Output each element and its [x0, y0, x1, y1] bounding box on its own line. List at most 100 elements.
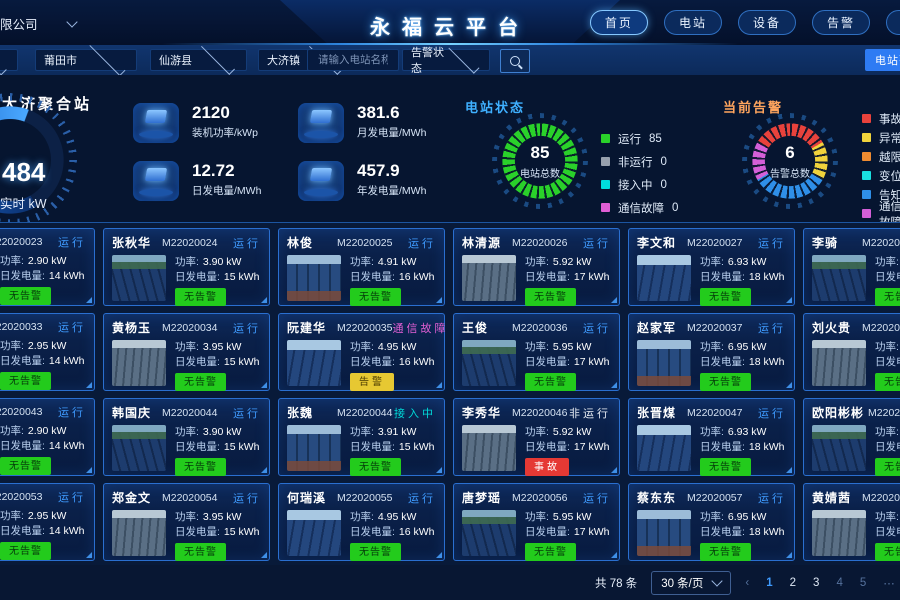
station-card[interactable]: 韩国庆 M22020044 运行 功率:3.90 kW 日发电量:15 kWh …	[103, 398, 270, 476]
county-select-value: 仙游县	[159, 52, 198, 68]
station-card[interactable]: 王俊 M22020036 运行 功率:5.95 kW 日发电量:17 kWh 无…	[453, 313, 620, 391]
alarm-badge: 无告警	[0, 542, 51, 560]
alarm-badge: 无告警	[175, 288, 226, 306]
top-header: 限公司 永福云平台 首页电站设备告警效	[0, 0, 900, 45]
power-value: 5.92 kW	[553, 256, 592, 268]
page-number-5[interactable]: 5	[860, 577, 866, 589]
station-card[interactable]: 林俊 M22020025 运行 功率:4.91 kW 日发电量:16 kWh 无…	[278, 228, 445, 306]
alarm-badge: 无告警	[175, 543, 226, 561]
chevron-down-icon	[201, 41, 235, 75]
station-id: M2202004	[868, 407, 900, 419]
alarm-badge: 事故	[525, 458, 569, 476]
station-card[interactable]: M22020023 运行 功率:2.90 kW 日发电量:14 kWh 无告警	[0, 228, 95, 306]
station-search-field	[307, 49, 399, 71]
alarm-badge: 无告警	[700, 373, 751, 391]
power-label: 功率:	[525, 256, 549, 268]
station-card[interactable]: 黄婧茜 M2202005 功率:7.95 kW 日发电量: 无告警	[803, 483, 900, 561]
station-id: M22020043	[0, 406, 42, 418]
daily-energy-label: 日发电量:	[350, 356, 395, 368]
kpi-label: 装机功率/kWp	[192, 125, 258, 140]
nav-item-效[interactable]: 效	[886, 10, 900, 35]
station-id: M22020047	[687, 407, 742, 419]
legend-label: 通信故障	[618, 200, 664, 216]
station-card[interactable]: 李文和 M22020027 运行 功率:6.93 kW 日发电量:18 kWh …	[628, 228, 795, 306]
station-card[interactable]: 张秋华 M22020024 运行 功率:3.90 kW 日发电量:15 kWh …	[103, 228, 270, 306]
page-number-2[interactable]: 2	[790, 577, 796, 589]
nav-item-电站[interactable]: 电站	[664, 10, 722, 35]
station-id: M22020044	[162, 407, 217, 419]
power-label: 功率:	[700, 256, 724, 268]
station-id: M22020025	[337, 237, 392, 249]
station-card[interactable]: 刘火贵 M2202003 功率:7.95 kW 日发电量: 无告警	[803, 313, 900, 391]
station-id: M22020054	[162, 492, 217, 504]
nav-item-设备[interactable]: 设备	[738, 10, 796, 35]
daily-energy-value: 16 kWh	[399, 356, 435, 368]
company-select-label: 限公司	[0, 14, 38, 33]
alarm-status-select[interactable]: 告警状态	[402, 49, 490, 71]
station-id: M22020033	[0, 321, 42, 333]
station-search-input[interactable]	[316, 53, 390, 67]
station-id: M22020023	[0, 236, 42, 248]
station-card[interactable]: 张魏 M22020044 接入中 功率:3.91 kW 日发电量:15 kWh …	[278, 398, 445, 476]
alarm-badge: 无告警	[700, 543, 751, 561]
station-card[interactable]: 李秀华 M22020046 非运行 功率:5.92 kW 日发电量:17 kWh…	[453, 398, 620, 476]
station-card[interactable]: 赵家军 M22020037 运行 功率:6.95 kW 日发电量:18 kWh …	[628, 313, 795, 391]
power-label: 功率:	[175, 426, 199, 438]
station-status-badge: 运行	[758, 405, 786, 421]
nav-item-首页[interactable]: 首页	[590, 10, 648, 35]
station-status-badge: 运行	[58, 404, 86, 420]
station-card[interactable]: M22020043 运行 功率:2.90 kW 日发电量:14 kWh 无告警	[0, 398, 95, 476]
nav-item-告警[interactable]: 告警	[812, 10, 870, 35]
power-value: 3.95 kW	[203, 341, 242, 353]
station-photo	[287, 340, 341, 386]
station-card[interactable]: 阮建华 M22020035 通信故障 功率:4.95 kW 日发电量:16 kW…	[278, 313, 445, 391]
station-card[interactable]: M22020053 运行 功率:2.95 kW 日发电量:14 kWh 无告警	[0, 483, 95, 561]
kpi-label: 月发电量/MWh	[357, 125, 426, 140]
station-card[interactable]: 林清源 M22020026 运行 功率:5.92 kW 日发电量:17 kWh …	[453, 228, 620, 306]
city-select[interactable]: 莆田市	[35, 49, 137, 71]
station-card[interactable]: 何瑞溪 M22020055 运行 功率:4.95 kW 日发电量:16 kWh …	[278, 483, 445, 561]
chevron-down-icon	[89, 40, 125, 76]
daily-energy-label: 日发电量:	[0, 355, 45, 367]
county-select[interactable]: 仙游县	[150, 49, 247, 71]
search-icon	[510, 56, 520, 66]
company-select[interactable]: 限公司	[0, 14, 76, 33]
station-status-badge: 运行	[233, 235, 261, 251]
page-size-select[interactable]: 30 条/页	[651, 571, 731, 595]
district-select[interactable]	[0, 49, 18, 71]
daily-energy-label: 日发电量:	[525, 271, 570, 283]
daily-energy-label: 日发电量:	[175, 441, 220, 453]
alarm-badge: 无告警	[350, 458, 401, 476]
station-photo	[637, 510, 691, 556]
legend-label: 异常	[879, 130, 900, 146]
power-label: 功率:	[875, 426, 899, 438]
search-button[interactable]	[500, 49, 530, 73]
power-label: 功率:	[350, 256, 374, 268]
station-card[interactable]: 张晋煤 M22020047 运行 功率:6.93 kW 日发电量:18 kWh …	[628, 398, 795, 476]
daily-energy-label: 日发电量:	[175, 526, 220, 538]
station-card[interactable]: 唐梦瑶 M22020056 运行 功率:5.95 kW 日发电量:17 kWh …	[453, 483, 620, 561]
station-card[interactable]: 蔡东东 M22020057 运行 功率:6.95 kW 日发电量:18 kWh …	[628, 483, 795, 561]
legend-swatch	[862, 209, 871, 218]
station-card[interactable]: M22020033 运行 功率:2.95 kW 日发电量:14 kWh 无告警	[0, 313, 95, 391]
daily-energy-label: 日发电量:	[0, 525, 45, 537]
station-name: 林俊	[287, 234, 333, 251]
station-card[interactable]: 李骑 M2202002 功率:7.94 kW 日发电量: 无告警	[803, 228, 900, 306]
page-number-1[interactable]: 1	[766, 577, 772, 589]
station-name: 张秋华	[112, 234, 158, 251]
daily-energy-value: 15 kWh	[399, 441, 435, 453]
station-card[interactable]: 黄杨玉 M22020034 运行 功率:3.95 kW 日发电量:15 kWh …	[103, 313, 270, 391]
page-number-⋯[interactable]: ⋯	[883, 576, 895, 590]
page-number-3[interactable]: 3	[813, 577, 819, 589]
station-list-button[interactable]: 电站列	[865, 49, 900, 71]
station-card[interactable]: 郑金文 M22020054 运行 功率:3.95 kW 日发电量:15 kWh …	[103, 483, 270, 561]
power-label: 功率:	[175, 256, 199, 268]
page-number-4[interactable]: 4	[836, 577, 842, 589]
kpi-stat: 457.9年发电量/MWh	[298, 161, 463, 219]
legend-label: 运行	[618, 131, 641, 147]
station-card[interactable]: 欧阳彬彬 M2202004 功率:7.94 kW 日发电量: 无告警	[803, 398, 900, 476]
legend-item: 异常1	[862, 128, 900, 147]
main-nav: 首页电站设备告警效	[590, 10, 900, 35]
prev-page-button[interactable]: ‹	[745, 577, 749, 589]
daily-energy-value: 14 kWh	[49, 355, 85, 367]
